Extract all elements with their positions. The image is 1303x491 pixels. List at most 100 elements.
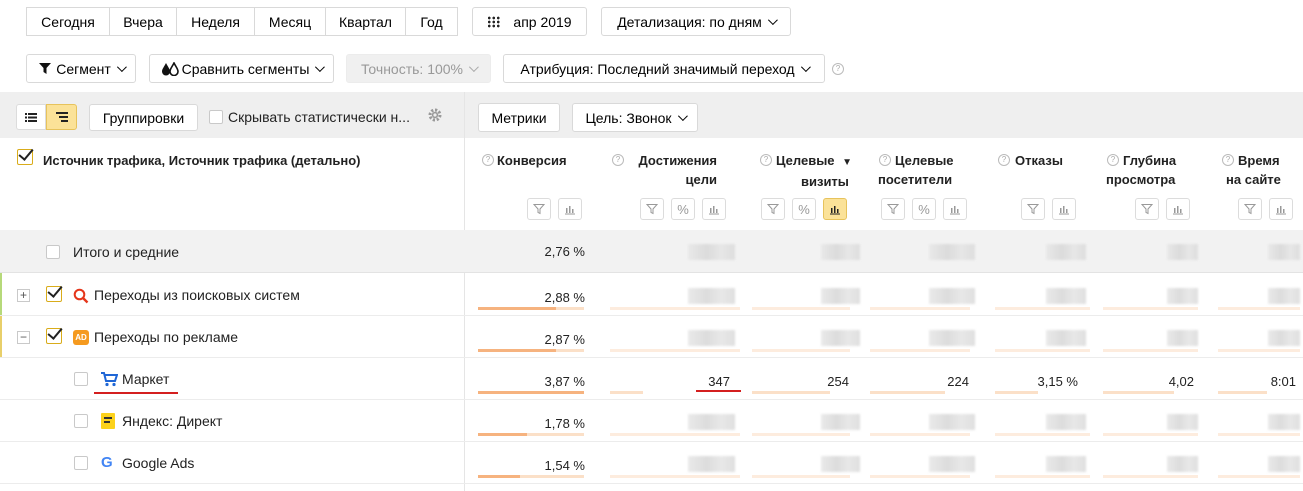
column-chart-button[interactable]	[702, 198, 726, 220]
segment-button[interactable]: Сегмент	[26, 54, 136, 83]
help-icon[interactable]: ?	[879, 154, 891, 166]
dimension-checkbox[interactable]	[17, 149, 33, 165]
column-filter-button[interactable]	[1238, 198, 1262, 220]
conversion-bar	[478, 349, 556, 352]
redacted-value	[1167, 330, 1198, 346]
compare-segments-button[interactable]: Сравнить сегменты	[149, 54, 334, 83]
column-percent-button[interactable]: %	[792, 198, 816, 220]
help-icon[interactable]: ?	[1222, 154, 1234, 166]
redacted-value	[821, 244, 860, 260]
dimension-header[interactable]: Источник трафика, Источник трафика (дета…	[43, 151, 361, 170]
metric-bar-track	[1103, 307, 1198, 310]
chevron-down-icon	[468, 62, 479, 73]
row-checkbox[interactable]	[74, 372, 88, 386]
col-conversion-header[interactable]: Конверсия	[497, 151, 567, 170]
help-icon[interactable]: ?	[482, 154, 494, 166]
row-visitors-value: 224	[947, 374, 969, 389]
row-conversion-value: 2,87 %	[544, 332, 585, 347]
accuracy-label: Точность: 100%	[360, 60, 464, 77]
row-checkbox[interactable]	[46, 328, 62, 344]
column-percent-button[interactable]: %	[912, 198, 936, 220]
goal-dropdown[interactable]: Цель: Звонок	[572, 103, 698, 132]
row-checkbox[interactable]	[74, 414, 88, 428]
column-percent-button[interactable]: %	[671, 198, 695, 220]
redacted-value	[1268, 288, 1300, 304]
annotation-underline	[94, 392, 178, 394]
period-year-button[interactable]: Год	[405, 7, 458, 36]
column-filter-button[interactable]	[1021, 198, 1045, 220]
help-icon[interactable]: ?	[998, 154, 1010, 166]
row-divider	[0, 441, 1303, 442]
chevron-down-icon	[315, 62, 326, 73]
metric-bar-track	[752, 433, 850, 436]
list-view-button[interactable]	[16, 104, 46, 130]
cart-icon	[101, 372, 118, 387]
tree-view-button[interactable]	[46, 104, 77, 130]
tree-icon	[55, 112, 68, 122]
column-chart-button[interactable]	[558, 198, 582, 220]
help-icon[interactable]: ?	[832, 63, 844, 75]
column-filter-button[interactable]	[761, 198, 785, 220]
period-yesterday-button[interactable]: Вчера	[109, 7, 177, 36]
gear-icon[interactable]	[427, 107, 443, 123]
period-today-button[interactable]: Сегодня	[26, 7, 110, 36]
help-icon[interactable]: ?	[1107, 154, 1119, 166]
row-divider	[0, 483, 1303, 484]
redacted-value	[821, 330, 860, 346]
row-conversion-value: 3,87 %	[544, 374, 585, 389]
redacted-value	[688, 330, 735, 346]
row-checkbox[interactable]	[74, 456, 88, 470]
help-icon[interactable]: ?	[760, 154, 772, 166]
column-chart-button[interactable]	[823, 198, 847, 220]
row-label-market: Маркет	[122, 371, 170, 387]
column-chart-button[interactable]	[1269, 198, 1293, 220]
attribution-label: Атрибуция: Последний значимый переход	[520, 60, 795, 77]
expand-button[interactable]: +	[17, 289, 30, 302]
column-filter-button[interactable]	[1135, 198, 1159, 220]
column-chart-button[interactable]	[1166, 198, 1190, 220]
col-time-header[interactable]: Время на сайте	[1226, 151, 1281, 189]
col-visits-header[interactable]: Целевые ▼ визиты	[776, 151, 852, 191]
hide-insignificant-checkbox[interactable]	[209, 110, 223, 124]
metric-bar-track	[1218, 349, 1300, 352]
segment-label: Сегмент	[56, 60, 111, 77]
row-checkbox[interactable]	[46, 286, 62, 302]
redacted-value	[1268, 456, 1300, 472]
chevron-down-icon	[800, 62, 811, 73]
collapse-button[interactable]: −	[17, 331, 30, 344]
attribution-dropdown[interactable]: Атрибуция: Последний значимый переход	[503, 54, 825, 83]
groupings-button[interactable]: Группировки	[89, 104, 198, 131]
row-checkbox[interactable]	[46, 245, 60, 259]
redacted-value	[688, 456, 735, 472]
accuracy-dropdown[interactable]: Точность: 100%	[346, 54, 491, 83]
col-bounce-header[interactable]: Отказы	[1015, 151, 1063, 170]
column-chart-button[interactable]	[943, 198, 967, 220]
period-month-button[interactable]: Месяц	[254, 7, 326, 36]
row-divider	[0, 357, 1303, 358]
metric-bar-track	[1103, 349, 1198, 352]
column-chart-button[interactable]	[1052, 198, 1076, 220]
period-quarter-button[interactable]: Квартал	[325, 7, 406, 36]
column-filter-button[interactable]	[527, 198, 551, 220]
period-week-button[interactable]: Неделя	[176, 7, 255, 36]
col-goals-header[interactable]: Достижения цели	[628, 151, 717, 189]
sort-desc-icon: ▼	[842, 157, 853, 168]
redacted-value	[1167, 244, 1198, 260]
redacted-value	[1046, 414, 1086, 430]
annotation-underline	[696, 390, 741, 392]
metric-bar-track	[1218, 433, 1300, 436]
metric-bar	[870, 391, 945, 394]
column-filter-button[interactable]	[640, 198, 664, 220]
row-divider	[0, 399, 1303, 400]
redacted-value	[929, 330, 975, 346]
column-filter-button[interactable]	[881, 198, 905, 220]
metric-bar-track	[995, 349, 1090, 352]
col-depth-header[interactable]: Глубина просмотра	[1106, 151, 1176, 189]
metrics-button[interactable]: Метрики	[478, 103, 560, 132]
date-picker-button[interactable]: апр 2019	[472, 7, 587, 36]
redacted-value	[821, 288, 860, 304]
help-icon[interactable]: ?	[612, 154, 624, 166]
metric-bar-track	[870, 433, 970, 436]
detail-dropdown[interactable]: Детализация: по дням	[601, 7, 791, 36]
col-visitors-header[interactable]: Целевые посетители	[878, 151, 954, 189]
